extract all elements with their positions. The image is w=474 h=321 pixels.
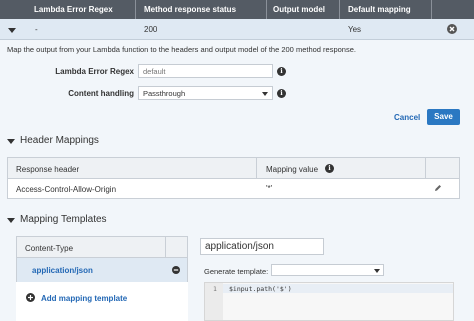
table-row: Access-Control-Allow-Origin '*' bbox=[7, 179, 460, 199]
col-lambda-error-regex: Lambda Error Regex bbox=[34, 5, 113, 14]
save-button[interactable]: Save bbox=[427, 109, 460, 125]
info-icon[interactable]: i bbox=[277, 89, 286, 98]
select-arrow-icon bbox=[374, 269, 380, 273]
column-divider bbox=[165, 237, 166, 257]
chevron-down-icon[interactable] bbox=[7, 218, 15, 223]
col-response-header: Response header bbox=[16, 165, 80, 174]
column-divider bbox=[266, 0, 267, 19]
generate-template-label: Generate template: bbox=[204, 267, 269, 276]
panel-description: Map the output from your Lambda function… bbox=[7, 45, 356, 54]
chevron-down-icon[interactable] bbox=[7, 139, 15, 144]
content-handling-select[interactable]: Passthrough bbox=[138, 86, 273, 100]
regex-label: Lambda Error Regex bbox=[55, 67, 134, 76]
line-number: 1 bbox=[213, 285, 217, 293]
pencil-icon[interactable] bbox=[434, 184, 442, 192]
content-type-header: Content-Type bbox=[16, 236, 188, 258]
routes-table-header: Lambda Error Regex Method response statu… bbox=[0, 0, 474, 19]
col-default-mapping: Default mapping bbox=[348, 5, 411, 14]
mapping-templates-title[interactable]: Mapping Templates bbox=[20, 214, 107, 225]
col-method-response-status: Method response status bbox=[144, 5, 237, 14]
minus-circle-icon[interactable] bbox=[172, 266, 180, 274]
row-regex: - bbox=[35, 25, 38, 34]
info-icon[interactable]: i bbox=[277, 67, 286, 76]
content-type-item-selected[interactable]: application/json bbox=[16, 258, 188, 282]
code-line: $input.path('$') bbox=[229, 285, 292, 293]
column-divider bbox=[339, 0, 340, 19]
template-code-editor[interactable]: 1 $input.path('$') bbox=[204, 282, 454, 321]
col-mapping-value: Mapping value bbox=[266, 165, 319, 174]
generate-template-select[interactable] bbox=[271, 264, 384, 276]
col-output-model: Output model bbox=[273, 5, 325, 14]
response-header-name: Access-Control-Allow-Origin bbox=[16, 185, 117, 194]
column-divider bbox=[135, 0, 136, 19]
row-status: 200 bbox=[144, 25, 158, 34]
regex-input[interactable] bbox=[138, 64, 273, 78]
add-mapping-template-link[interactable]: Add mapping template bbox=[41, 294, 127, 303]
mapping-value: '*' bbox=[266, 184, 273, 193]
info-icon[interactable]: i bbox=[325, 164, 334, 173]
content-handling-label: Content handling bbox=[68, 89, 134, 98]
header-mappings-table-head: Response header Mapping value i bbox=[7, 157, 460, 179]
response-detail-panel: Map the output from your Lambda function… bbox=[0, 40, 474, 321]
response-row[interactable]: - 200 Yes bbox=[0, 19, 474, 40]
row-default-mapping: Yes bbox=[348, 25, 362, 34]
content-type-label: application/json bbox=[32, 266, 93, 275]
cancel-button[interactable]: Cancel bbox=[394, 113, 420, 122]
column-divider bbox=[256, 158, 257, 178]
plus-circle-icon[interactable] bbox=[26, 293, 35, 302]
content-type-input[interactable] bbox=[200, 238, 324, 255]
content-type-list: Content-Type application/json Add mappin… bbox=[16, 236, 188, 321]
header-mappings-title[interactable]: Header Mappings bbox=[20, 135, 99, 146]
select-arrow-icon bbox=[262, 92, 268, 96]
column-divider bbox=[431, 0, 432, 19]
close-circle-icon[interactable] bbox=[447, 24, 457, 34]
column-divider bbox=[425, 158, 426, 178]
chevron-down-icon[interactable] bbox=[8, 28, 16, 33]
content-handling-value: Passthrough bbox=[143, 89, 186, 98]
